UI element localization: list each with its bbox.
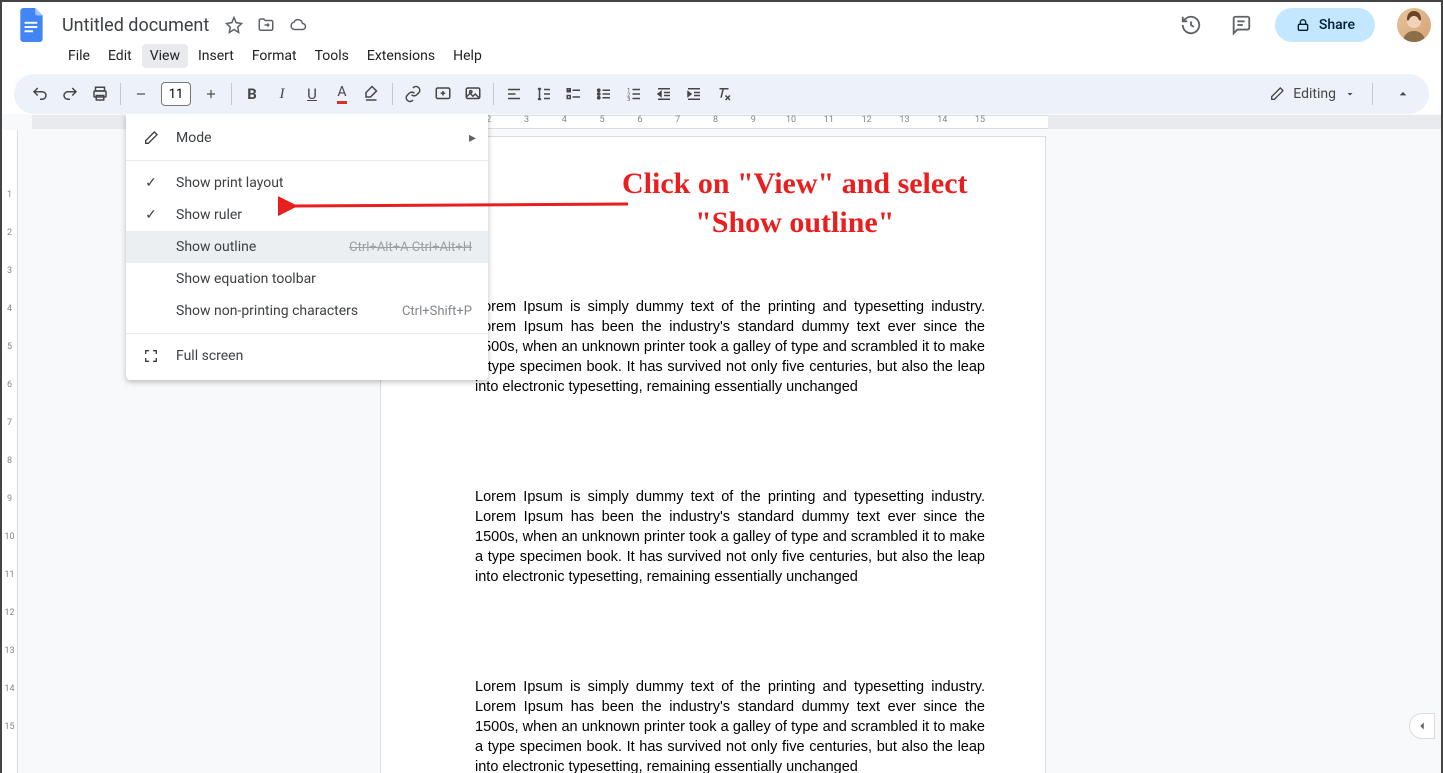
cloud-status-icon[interactable]: [289, 16, 307, 34]
menu-item-label: Mode: [176, 130, 212, 146]
clear-formatting-button[interactable]: [710, 80, 738, 108]
insert-link-button[interactable]: [399, 80, 427, 108]
menu-item-label: Show outline: [176, 239, 256, 255]
lock-icon: [1295, 17, 1311, 33]
menu-item-label: Show ruler: [176, 207, 242, 223]
view-menu-dropdown: Mode ▸ ✓ Show print layout ✓ Show ruler …: [126, 114, 488, 380]
share-button[interactable]: Share: [1275, 8, 1375, 42]
check-icon: ✓: [140, 207, 162, 223]
decrease-indent-button[interactable]: [650, 80, 678, 108]
align-button[interactable]: [500, 80, 528, 108]
menu-file[interactable]: File: [60, 44, 98, 68]
menu-item-mode[interactable]: Mode ▸: [126, 122, 488, 154]
increase-indent-button[interactable]: [680, 80, 708, 108]
collapse-toolbar-button[interactable]: [1389, 80, 1417, 108]
chevron-down-icon: [1344, 88, 1356, 100]
line-spacing-button[interactable]: [530, 80, 558, 108]
document-title-input[interactable]: Untitled document: [56, 13, 215, 38]
font-size-increase[interactable]: [197, 80, 225, 108]
menu-view[interactable]: View: [142, 44, 188, 68]
menu-extensions[interactable]: Extensions: [359, 44, 443, 68]
paragraph[interactable]: Lorem Ipsum is simply dummy text of the …: [475, 487, 985, 587]
workspace: 123456789101112131415 123456789101112131…: [2, 114, 1441, 773]
font-size-input[interactable]: [161, 82, 191, 106]
editing-mode-label: Editing: [1293, 86, 1336, 102]
toolbar: B I U A 123 Editing: [14, 74, 1429, 114]
title-bar: Untitled document Share: [2, 2, 1441, 42]
menu-item-label: Show print layout: [176, 175, 284, 191]
menu-item-show-ruler[interactable]: ✓ Show ruler: [126, 199, 488, 231]
star-icon[interactable]: [225, 16, 243, 34]
menu-tools[interactable]: Tools: [307, 44, 357, 68]
highlight-button[interactable]: [358, 80, 386, 108]
menu-format[interactable]: Format: [244, 44, 305, 68]
menu-separator: [126, 333, 488, 334]
history-icon[interactable]: [1175, 9, 1207, 41]
print-button[interactable]: [86, 80, 114, 108]
share-button-label: Share: [1319, 17, 1355, 33]
editing-mode-button[interactable]: Editing: [1259, 82, 1366, 106]
menu-item-fullscreen[interactable]: Full screen: [126, 340, 488, 372]
check-icon: ✓: [140, 175, 162, 191]
menu-item-label: Full screen: [176, 348, 243, 364]
menu-item-shortcut: Ctrl+Shift+P: [402, 304, 472, 319]
menu-item-label: Show equation toolbar: [176, 271, 316, 287]
bulleted-list-button[interactable]: [590, 80, 618, 108]
menu-insert[interactable]: Insert: [190, 44, 242, 68]
account-avatar[interactable]: [1397, 8, 1431, 42]
pencil-icon: [140, 130, 162, 146]
side-panel-toggle[interactable]: [1409, 713, 1435, 739]
checklist-button[interactable]: [560, 80, 588, 108]
numbered-list-button[interactable]: 123: [620, 80, 648, 108]
redo-button[interactable]: [56, 80, 84, 108]
bold-button[interactable]: B: [238, 80, 266, 108]
paragraph[interactable]: Lorem Ipsum is simply dummy text of the …: [475, 677, 985, 773]
menu-item-print-layout[interactable]: ✓ Show print layout: [126, 167, 488, 199]
move-icon[interactable]: [257, 16, 275, 34]
menu-item-show-outline[interactable]: Show outline Ctrl+Alt+A Ctrl+Alt+H: [126, 231, 488, 263]
comments-icon[interactable]: [1225, 9, 1257, 41]
ruler-ticks: 123456789101112131415: [432, 115, 999, 125]
fullscreen-icon: [140, 348, 162, 364]
paragraph[interactable]: Lorem Ipsum is simply dummy text of the …: [475, 297, 985, 397]
menu-separator: [126, 160, 488, 161]
font-size-decrease[interactable]: [127, 80, 155, 108]
docs-logo-icon[interactable]: [12, 5, 52, 45]
menu-edit[interactable]: Edit: [100, 44, 140, 68]
menu-item-nonprinting[interactable]: Show non-printing characters Ctrl+Shift+…: [126, 295, 488, 327]
underline-button[interactable]: U: [298, 80, 326, 108]
menu-item-equation-toolbar[interactable]: Show equation toolbar: [126, 263, 488, 295]
menu-help[interactable]: Help: [445, 44, 490, 68]
svg-text:3: 3: [627, 97, 630, 103]
pencil-icon: [1269, 86, 1285, 102]
menu-bar: File Edit View Insert Format Tools Exten…: [2, 42, 1441, 74]
menu-item-label: Show non-printing characters: [176, 303, 358, 319]
insert-image-button[interactable]: [459, 80, 487, 108]
italic-button[interactable]: I: [268, 80, 296, 108]
text-color-button[interactable]: A: [328, 80, 356, 108]
undo-button[interactable]: [26, 80, 54, 108]
menu-item-shortcut: Ctrl+Alt+A Ctrl+Alt+H: [349, 240, 472, 255]
submenu-arrow-icon: ▸: [469, 130, 476, 146]
insert-comment-button[interactable]: [429, 80, 457, 108]
vertical-ruler[interactable]: 123456789101112131415: [2, 130, 18, 773]
